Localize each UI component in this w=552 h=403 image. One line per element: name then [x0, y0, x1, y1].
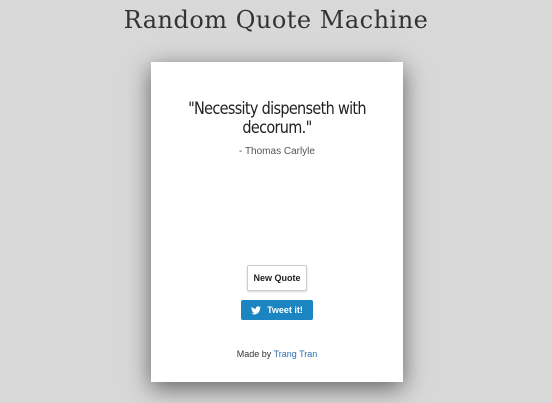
quote-card: "Necessity dispenseth with decorum." - T… [151, 62, 403, 382]
footer-prefix: Made by [236, 349, 274, 359]
footer: Made by Trang Tran [151, 349, 403, 359]
tweet-button[interactable]: Tweet it! [241, 300, 313, 320]
app-title: Random Quote Machine [123, 6, 429, 34]
quote-author: - Thomas Carlyle [239, 146, 315, 157]
page: Random Quote Machine "Necessity dispense… [0, 0, 552, 403]
tweet-label: Tweet it! [267, 305, 303, 315]
twitter-bird-icon [251, 305, 262, 315]
new-quote-label: New Quote [253, 273, 301, 283]
new-quote-button[interactable]: New Quote [247, 265, 307, 291]
author-link[interactable]: Trang Tran [274, 349, 318, 359]
quote-text: "Necessity dispenseth with decorum." [188, 99, 367, 138]
